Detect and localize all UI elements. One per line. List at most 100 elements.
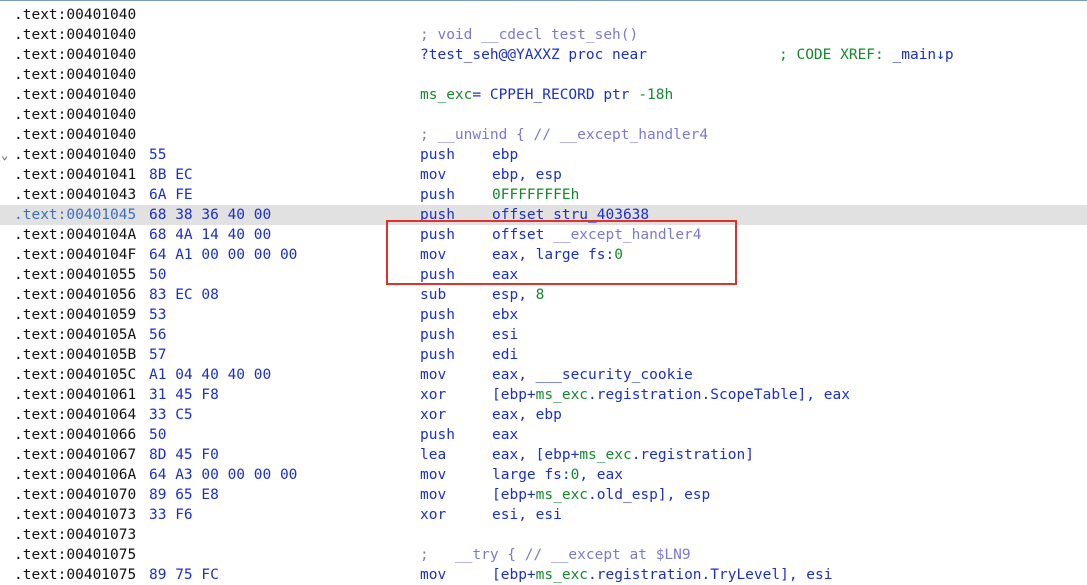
operand-text: eax, [ebp+ <box>492 447 580 463</box>
instruction-mnemonic: mov <box>420 467 447 483</box>
instruction-operands[interactable]: [ebp+ms_exc.registration.TryLevel], esi <box>492 565 832 585</box>
line-address[interactable]: .text:00401061 <box>14 385 136 405</box>
opcode-bytes: 33 F6 <box>149 507 193 523</box>
line-address[interactable]: .text:00401041 <box>14 165 136 185</box>
line-address[interactable]: .text:00401064 <box>14 405 136 425</box>
code-line[interactable]: .text:00401040 <box>0 5 1087 25</box>
disassembly-listing[interactable]: .text:00401040 .text:00401040; void __cde… <box>0 5 1087 585</box>
line-address[interactable]: .text:00401073 <box>14 525 136 545</box>
instruction-operands[interactable]: ebx <box>492 305 518 325</box>
code-line[interactable]: .text:00401056 83 EC 08 sub esp, 8 <box>0 285 1087 305</box>
code-line[interactable]: ⌄ .text:00401040 55 push ebp <box>0 145 1087 165</box>
instruction-operands[interactable]: ebp <box>492 145 518 165</box>
line-address[interactable]: .text:00401073 <box>14 505 136 525</box>
line-address[interactable]: .text:0040105A <box>14 325 136 345</box>
instruction-operands[interactable]: offset __except_handler4 <box>492 225 702 245</box>
code-line[interactable]: .text:00401073 <box>0 525 1087 545</box>
instruction-operands[interactable]: edi <box>492 345 518 365</box>
opcode-bytes: 8D 45 F0 <box>149 447 219 463</box>
line-address[interactable]: .text:00401045 <box>14 205 136 225</box>
procedure-declaration[interactable]: ?test_seh@@YAXXZ proc near <box>420 45 647 65</box>
line-address[interactable]: .text:00401055 <box>14 265 136 285</box>
code-line[interactable]: .text:00401043 6A FE push 0FFFFFFFEh <box>0 185 1087 205</box>
instruction-operands[interactable]: large fs:0, eax <box>492 465 623 485</box>
xref-target-link[interactable]: _main↓p <box>893 47 954 63</box>
code-line[interactable]: .text:00401040 ; void __cdecl test_seh() <box>0 25 1087 45</box>
line-address[interactable]: .text:00401075 <box>14 545 136 565</box>
instruction-operands[interactable]: esp, 8 <box>492 285 544 305</box>
instruction-operands[interactable]: offset stru_403638 <box>492 205 649 225</box>
code-line[interactable]: .text:00401061 31 45 F8 xor [ebp+ms_exc.reg… <box>0 385 1087 405</box>
opcode-bytes: 6A FE <box>149 187 193 203</box>
code-line[interactable]: .text:00401055 50 push eax <box>0 265 1087 285</box>
operand-text: esi, esi <box>492 507 562 523</box>
code-line[interactable]: .text:0040104A 68 4A 14 40 00 push offset _… <box>0 225 1087 245</box>
instruction-operands[interactable]: eax, large fs:0 <box>492 245 623 265</box>
line-address[interactable]: .text:00401040 <box>14 85 136 105</box>
code-line[interactable]: .text:0040105A 56 push esi <box>0 325 1087 345</box>
line-address[interactable]: .text:00401040 <box>14 25 136 45</box>
instruction-operands[interactable]: esi, esi <box>492 505 562 525</box>
instruction-operands[interactable]: [ebp+ms_exc.old_esp], esp <box>492 485 710 505</box>
line-address[interactable]: .text:0040105C <box>14 365 136 385</box>
line-address[interactable]: .text:00401066 <box>14 425 136 445</box>
code-line[interactable]: .text:0040105C A1 04 40 40 00 mov eax, ___s… <box>0 365 1087 385</box>
code-line[interactable]: .text:00401041 8B EC mov ebp, esp <box>0 165 1087 185</box>
line-address[interactable]: .text:00401075 <box>14 565 136 585</box>
code-line[interactable]: .text:00401040 ?test_seh@@YAXXZ proc near… <box>0 45 1087 65</box>
operand-number: ms_exc <box>535 487 589 503</box>
instruction-operands[interactable]: eax <box>492 425 518 445</box>
line-address[interactable]: .text:00401040 <box>14 125 136 145</box>
instruction-operands[interactable]: eax, ___security_cookie <box>492 365 693 385</box>
line-address[interactable]: .text:00401070 <box>14 485 136 505</box>
instruction-operands[interactable]: eax <box>492 265 518 285</box>
line-address[interactable]: .text:00401040 <box>14 145 136 165</box>
instruction-mnemonic: mov <box>420 247 447 263</box>
code-line[interactable]: .text:00401040 ms_exc= CPPEH_RECORD ptr -… <box>0 85 1087 105</box>
code-line[interactable]: .text:0040105B 57 push edi <box>0 345 1087 365</box>
collapse-chevron-icon[interactable]: ⌄ <box>1 145 13 165</box>
code-xref[interactable]: ; CODE XREF: _main↓p <box>779 45 954 65</box>
code-line[interactable]: .text:00401075 89 75 FC mov [ebp+ms_exc.reg… <box>0 565 1087 585</box>
selected-code-line[interactable]: .text:00401045 68 38 36 40 00 push offset s… <box>0 205 1087 225</box>
line-address[interactable]: .text:00401040 <box>14 105 136 125</box>
variable-name[interactable]: ms_exc <box>420 87 472 103</box>
operand-symbol[interactable]: __except_handler4 <box>553 227 701 243</box>
instruction-operands[interactable]: ebp, esp <box>492 165 562 185</box>
instruction-operands[interactable]: eax, ebp <box>492 405 562 425</box>
instruction-operands[interactable]: 0FFFFFFFEh <box>492 185 579 205</box>
code-line[interactable]: .text:0040104F 64 A1 00 00 00 00 mov eax, l… <box>0 245 1087 265</box>
code-line[interactable]: .text:00401040 <box>0 105 1087 125</box>
code-line[interactable]: .text:00401064 33 C5 xor eax, ebp <box>0 405 1087 425</box>
instruction-operands[interactable]: [ebp+ms_exc.registration.ScopeTable], ea… <box>492 385 850 405</box>
opcode-bytes: 68 4A 14 40 00 <box>149 227 272 243</box>
instruction-operands[interactable]: eax, [ebp+ms_exc.registration] <box>492 445 754 465</box>
code-line[interactable]: .text:00401059 53 push ebx <box>0 305 1087 325</box>
code-line[interactable]: .text:00401040 ; __unwind { // __except_h… <box>0 125 1087 145</box>
code-line[interactable]: .text:00401070 89 65 E8 mov [ebp+ms_exc.old… <box>0 485 1087 505</box>
code-line[interactable]: .text:00401067 8D 45 F0 lea eax, [ebp+ms_ex… <box>0 445 1087 465</box>
line-address[interactable]: .text:0040105B <box>14 345 136 365</box>
operand-text: eax, large fs: <box>492 247 615 263</box>
line-address[interactable]: .text:00401056 <box>14 285 136 305</box>
operand-number: 0 <box>570 467 580 483</box>
code-line[interactable]: .text:00401073 33 F6 xor esi, esi <box>0 505 1087 525</box>
line-address[interactable]: .text:0040106A <box>14 465 136 485</box>
code-line[interactable]: .text:00401075 ; __try { // __except at $… <box>0 545 1087 565</box>
line-address[interactable]: .text:00401040 <box>14 45 136 65</box>
line-address[interactable]: .text:00401040 <box>14 5 136 25</box>
line-address[interactable]: .text:00401059 <box>14 305 136 325</box>
operand-number: 8 <box>535 287 545 303</box>
opcode-bytes: 8B EC <box>149 167 193 183</box>
opcode-bytes: 53 <box>149 307 167 323</box>
code-line[interactable]: .text:00401066 50 push eax <box>0 425 1087 445</box>
stack-variable-declaration[interactable]: ms_exc= CPPEH_RECORD ptr -18h <box>420 85 673 105</box>
instruction-operands[interactable]: esi <box>492 325 518 345</box>
line-address[interactable]: .text:00401040 <box>14 65 136 85</box>
code-line[interactable]: .text:0040106A 64 A3 00 00 00 00 mov large … <box>0 465 1087 485</box>
line-address[interactable]: .text:00401043 <box>14 185 136 205</box>
line-address[interactable]: .text:0040104A <box>14 225 136 245</box>
line-address[interactable]: .text:0040104F <box>14 245 136 265</box>
line-address[interactable]: .text:00401067 <box>14 445 136 465</box>
code-line[interactable]: .text:00401040 <box>0 65 1087 85</box>
